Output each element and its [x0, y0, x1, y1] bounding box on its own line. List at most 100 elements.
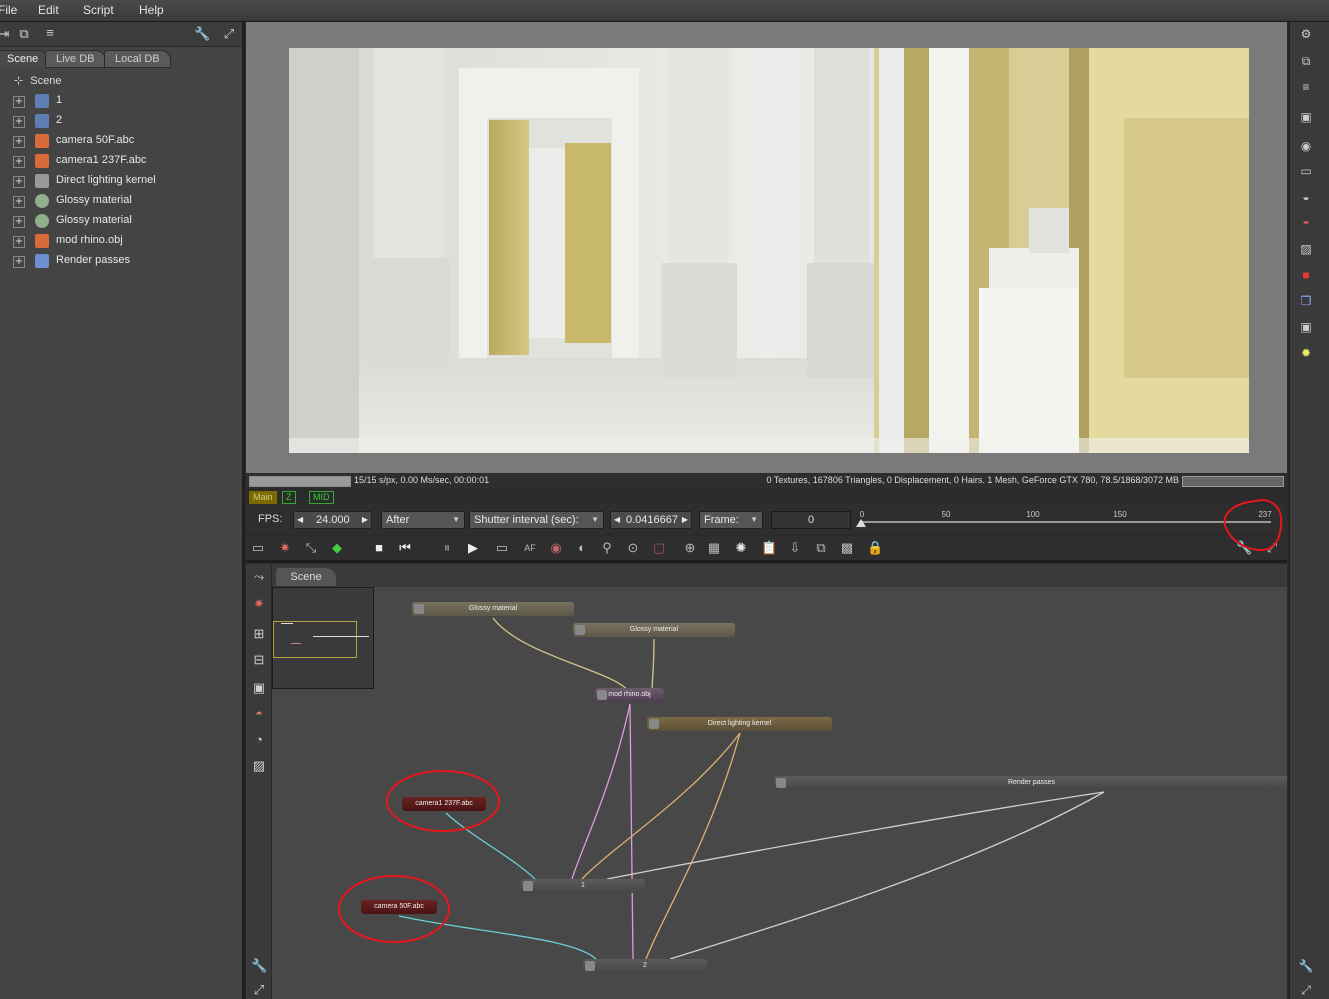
environment-icon[interactable]: ◒	[1298, 189, 1314, 205]
fps-spinbox[interactable]: ◀ 24.000 ▶	[293, 511, 372, 529]
zoom-icon[interactable]: ⊕	[682, 540, 698, 556]
increment-icon[interactable]: ▶	[682, 512, 688, 528]
pass-tab-mid[interactable]: MID	[309, 491, 334, 504]
fullscreen-icon[interactable]: ⤢	[221, 26, 237, 42]
node-render-target-2[interactable]: 2	[583, 959, 707, 973]
render-viewport[interactable]	[246, 22, 1287, 473]
texture-icon[interactable]: ▨	[251, 758, 267, 774]
shutter-spinbox[interactable]: ◀ 0.0416667 ▶	[610, 511, 692, 529]
material-pick-icon[interactable]: ◐	[574, 540, 590, 556]
expand-icon[interactable]: +	[13, 156, 25, 168]
copy-icon[interactable]: ⧉	[1298, 53, 1314, 69]
menu-file[interactable]: File	[0, 3, 17, 17]
clipboard-icon[interactable]: 📋	[761, 540, 777, 556]
render-passes-icon[interactable]: ❒	[1298, 293, 1314, 309]
menu-edit[interactable]: Edit	[38, 3, 59, 17]
tree-item[interactable]: +2	[0, 112, 240, 132]
layers-icon[interactable]: ⧉	[813, 540, 829, 556]
wrench-icon[interactable]: 🔧	[251, 958, 267, 974]
copy-icon[interactable]: ⧉	[16, 26, 32, 42]
tree-item[interactable]: + Render passes	[0, 252, 240, 272]
screen-icon[interactable]: ▭	[250, 540, 266, 556]
checkerboard-icon[interactable]: ▩	[839, 540, 855, 556]
node-direct-lighting-kernel[interactable]: Direct lighting kernel	[647, 717, 832, 731]
menu-script[interactable]: Script	[83, 3, 114, 17]
timeline-playhead[interactable]	[856, 519, 866, 527]
timeline-slider[interactable]: 0 50 100 150 237	[856, 510, 1272, 532]
tree-item[interactable]: + Direct lighting kernel	[0, 172, 240, 192]
imager-icon[interactable]: ▣	[1298, 319, 1314, 335]
material-icon[interactable]: ◔	[251, 732, 267, 748]
tree-item[interactable]: + mod rhino.obj	[0, 232, 240, 252]
mesh-icon[interactable]: ◓	[1298, 215, 1314, 231]
time-mode-select[interactable]: After ▼	[381, 511, 465, 529]
tree-item[interactable]: + Glossy material	[0, 212, 240, 232]
list-icon[interactable]: ≡	[42, 25, 58, 41]
expand-icon[interactable]: +	[13, 136, 25, 148]
wrench-icon[interactable]: 🔧	[194, 26, 210, 42]
camera-icon[interactable]: ◉	[1298, 138, 1314, 154]
tree-item[interactable]: + camera1 237F.abc	[0, 152, 240, 172]
expand-icon[interactable]: +	[13, 236, 25, 248]
expand-icon[interactable]: ⤡	[303, 540, 319, 556]
tab-graph-scene[interactable]: Scene	[276, 568, 336, 586]
node-render-target-1[interactable]: 1	[521, 879, 645, 893]
mesh-icon[interactable]: ◓	[251, 706, 267, 722]
expand-icon[interactable]: +	[13, 256, 25, 268]
arrange-icon[interactable]: ⊞	[251, 626, 267, 642]
fullscreen-icon[interactable]: ⤢	[251, 982, 267, 998]
checker-icon[interactable]: ▦	[706, 540, 722, 556]
decrement-icon[interactable]: ◀	[297, 512, 303, 528]
material-icon[interactable]: ■	[1298, 267, 1314, 283]
route-icon[interactable]: ⤳	[251, 569, 267, 585]
node-render-passes[interactable]: Render passes	[774, 776, 1287, 790]
region-icon[interactable]: ▢	[651, 540, 667, 556]
light-icon[interactable]: ✹	[1298, 345, 1314, 361]
pass-tab-z[interactable]: Z	[282, 491, 296, 504]
decrement-icon[interactable]: ◀	[614, 512, 620, 528]
expand-icon[interactable]: +	[13, 116, 25, 128]
settings-icon[interactable]: ⚙	[1298, 26, 1314, 42]
fullscreen-icon[interactable]: ⤢	[1298, 982, 1314, 998]
tab-scene[interactable]: Scene	[0, 50, 50, 68]
clear-icon[interactable]: ✷	[251, 596, 267, 612]
arrange-all-icon[interactable]: ⊟	[251, 652, 267, 668]
tree-item[interactable]: +1	[0, 92, 240, 112]
increment-icon[interactable]: ▶	[362, 512, 368, 528]
frame-input[interactable]: 0	[771, 511, 851, 529]
restart-icon[interactable]: ⏮	[397, 540, 413, 556]
menu-help[interactable]: Help	[139, 3, 164, 17]
tree-item[interactable]: + camera 50F.abc	[0, 132, 240, 152]
white-balance-icon[interactable]: ◉	[548, 540, 564, 556]
node-camera1-237f-abc[interactable]: camera1 237F.abc	[402, 797, 486, 811]
monitor-icon[interactable]: ▭	[494, 540, 510, 556]
wrench-icon[interactable]: 🔧	[1298, 958, 1314, 974]
tree-item[interactable]: + Glossy material	[0, 192, 240, 212]
tab-live-db[interactable]: Live DB	[45, 50, 106, 68]
node-glossy-material-1[interactable]: Glossy material	[412, 602, 574, 616]
node-glossy-material-2[interactable]: Glossy material	[573, 623, 735, 637]
node-mod-rhino-obj[interactable]: mod rhino.obj	[595, 688, 664, 702]
autofocus-icon[interactable]: AF	[522, 540, 538, 556]
sun-icon[interactable]: ✺	[733, 540, 749, 556]
lock-icon[interactable]: 🔒	[867, 540, 883, 556]
download-icon[interactable]: ⇩	[787, 540, 803, 556]
color-cube-icon[interactable]: ◆	[329, 540, 345, 556]
tab-local-db[interactable]: Local DB	[104, 50, 171, 68]
node-camera-50f-abc[interactable]: camera 50F.abc	[361, 900, 437, 914]
shutter-interval-select[interactable]: Shutter interval (sec): ▼	[469, 511, 604, 529]
render-target-icon[interactable]: ▣	[251, 680, 267, 696]
list-icon[interactable]: ≡	[1298, 79, 1314, 95]
stop-icon[interactable]: ■	[371, 540, 387, 556]
collapse-icon[interactable]: ⇥	[0, 26, 12, 42]
kernel-icon[interactable]: ▨	[1298, 241, 1314, 257]
pause-icon[interactable]: ⏸	[439, 540, 455, 556]
camera-target-icon[interactable]: ⊙	[625, 540, 641, 556]
pass-tab-main[interactable]: Main	[249, 491, 277, 504]
tree-root[interactable]: ⊹ Scene	[14, 72, 61, 90]
graph-canvas[interactable]: Glossy material Glossy material mod rhin…	[272, 587, 1287, 999]
expand-icon[interactable]: +	[13, 196, 25, 208]
expand-icon[interactable]: +	[13, 216, 25, 228]
play-icon[interactable]: ▶	[465, 540, 481, 556]
object-pick-icon[interactable]: ⚲	[599, 540, 615, 556]
